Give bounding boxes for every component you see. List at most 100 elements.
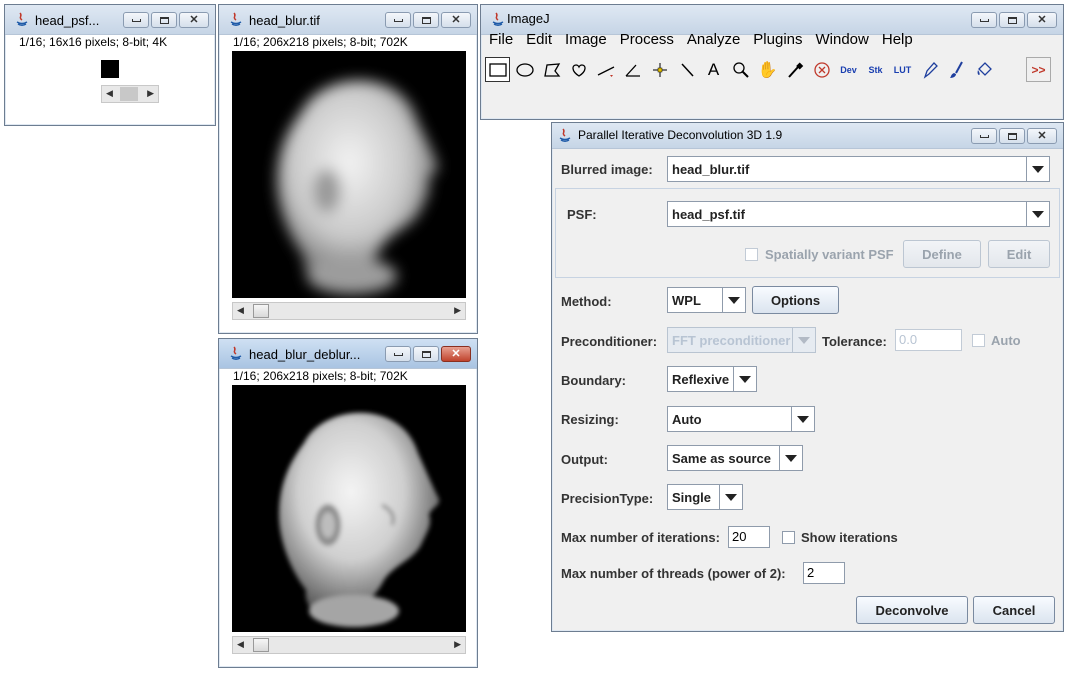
menu-analyze[interactable]: Analyze xyxy=(687,29,740,51)
menu-process[interactable]: Process xyxy=(620,29,674,51)
freehand-tool-icon[interactable] xyxy=(566,57,591,82)
close-button[interactable]: ✕ xyxy=(1027,12,1057,28)
chevron-down-icon[interactable] xyxy=(1026,202,1049,226)
chevron-down-icon[interactable] xyxy=(733,367,756,391)
maximize-icon xyxy=(1007,16,1017,24)
resizing-select[interactable]: Auto xyxy=(667,406,815,432)
close-button[interactable]: ✕ xyxy=(441,12,471,28)
rectangle-tool-icon[interactable] xyxy=(485,57,510,82)
developer-menu-icon[interactable]: Dev xyxy=(836,57,861,82)
blur-window-titlebar[interactable]: head_blur.tif ✕ xyxy=(219,5,477,35)
cancel-button[interactable]: Cancel xyxy=(973,596,1055,624)
boundary-label: Boundary: xyxy=(561,373,626,388)
deblurred-head-image[interactable] xyxy=(232,385,466,632)
deblur-window-title: head_blur_deblur... xyxy=(249,347,361,362)
blur-scrollbar[interactable]: ◀ ▶ xyxy=(232,302,466,320)
imagej-window: ImageJ ✕ File Edit Image Process Analyze… xyxy=(480,4,1064,120)
deblur-window-titlebar[interactable]: head_blur_deblur... ✕ xyxy=(219,339,477,369)
max-threads-field[interactable]: 2 xyxy=(803,562,845,584)
menu-window[interactable]: Window xyxy=(816,29,869,51)
color-picker-tool-icon[interactable] xyxy=(782,57,807,82)
psf-scrollbar[interactable]: ◀ ▶ xyxy=(101,85,159,103)
close-button[interactable]: ✕ xyxy=(179,12,209,28)
scroll-right-icon[interactable]: ▶ xyxy=(454,639,461,650)
wand-tool-icon[interactable] xyxy=(674,57,699,82)
scroll-right-icon[interactable]: ▶ xyxy=(147,88,154,99)
close-icon: ✕ xyxy=(189,13,199,26)
scroll-right-icon[interactable]: ▶ xyxy=(454,305,461,316)
line-tool-icon[interactable] xyxy=(593,57,618,82)
options-button[interactable]: Options xyxy=(752,286,839,314)
blurred-head-image[interactable] xyxy=(232,51,466,298)
stack-menu-icon[interactable]: Stk xyxy=(863,57,888,82)
menu-plugins[interactable]: Plugins xyxy=(753,29,802,51)
scroll-thumb[interactable] xyxy=(253,304,269,318)
menu-edit[interactable]: Edit xyxy=(526,29,552,51)
menu-help[interactable]: Help xyxy=(882,29,913,51)
flood-fill-tool-icon[interactable] xyxy=(971,57,996,82)
java-icon xyxy=(230,12,242,26)
chevron-down-icon[interactable] xyxy=(719,485,742,509)
maximize-button[interactable] xyxy=(999,128,1025,144)
hand-tool-icon[interactable]: ✋ xyxy=(755,57,780,82)
chevron-down-icon[interactable] xyxy=(722,288,745,312)
point-tool-icon[interactable] xyxy=(647,57,672,82)
polygon-tool-icon[interactable] xyxy=(539,57,564,82)
max-iterations-field[interactable]: 20 xyxy=(728,526,770,548)
edit-button[interactable]: Edit xyxy=(988,240,1050,268)
chevron-down-icon[interactable] xyxy=(791,407,814,431)
scroll-left-icon[interactable]: ◀ xyxy=(237,305,244,316)
deconvolve-button[interactable]: Deconvolve xyxy=(856,596,968,624)
maximize-button[interactable] xyxy=(999,12,1025,28)
psf-select[interactable]: head_psf.tif xyxy=(667,201,1050,227)
maximize-button[interactable] xyxy=(413,12,439,28)
menu-file[interactable]: File xyxy=(489,29,513,51)
scroll-left-icon[interactable]: ◀ xyxy=(106,88,113,99)
lut-menu-icon[interactable]: LUT xyxy=(890,57,915,82)
method-select[interactable]: WPL xyxy=(667,287,746,313)
preconditioner-select[interactable]: FFT preconditioner xyxy=(667,327,816,353)
max-iterations-label: Max number of iterations: xyxy=(561,530,720,545)
psf-image[interactable] xyxy=(101,60,119,78)
deblur-scrollbar[interactable]: ◀ ▶ xyxy=(232,636,466,654)
blurred-image-select[interactable]: head_blur.tif xyxy=(667,156,1050,182)
maximize-button[interactable] xyxy=(151,12,177,28)
oval-tool-icon[interactable] xyxy=(512,57,537,82)
brush-tool-icon[interactable] xyxy=(944,57,969,82)
deblur-window: head_blur_deblur... ✕ 1/16; 206x218 pixe… xyxy=(218,338,478,668)
more-tools-icon[interactable]: >> xyxy=(1026,57,1051,82)
magnifier-tool-icon[interactable] xyxy=(728,57,753,82)
minimize-button[interactable] xyxy=(971,12,997,28)
close-button[interactable]: ✕ xyxy=(441,346,471,362)
minimize-button[interactable] xyxy=(971,128,997,144)
show-iterations-checkbox[interactable] xyxy=(782,531,795,544)
dialog-titlebar[interactable]: Parallel Iterative Deconvolution 3D 1.9 … xyxy=(552,123,1063,149)
close-button[interactable]: ✕ xyxy=(1027,128,1057,144)
angle-tool-icon[interactable] xyxy=(620,57,645,82)
chevron-down-icon[interactable] xyxy=(1026,157,1049,181)
scroll-thumb[interactable] xyxy=(253,638,269,652)
define-button[interactable]: Define xyxy=(903,240,981,268)
remove-overlay-icon[interactable] xyxy=(809,57,834,82)
chevron-down-icon[interactable] xyxy=(792,328,815,352)
java-icon xyxy=(230,346,242,360)
text-tool-icon[interactable]: A xyxy=(701,57,726,82)
resizing-label: Resizing: xyxy=(561,412,619,427)
minimize-button[interactable] xyxy=(385,346,411,362)
scroll-thumb[interactable] xyxy=(120,87,138,101)
spatially-variant-checkbox[interactable] xyxy=(745,248,758,261)
precision-type-select[interactable]: Single xyxy=(667,484,743,510)
maximize-button[interactable] xyxy=(413,346,439,362)
menu-image[interactable]: Image xyxy=(565,29,607,51)
scroll-left-icon[interactable]: ◀ xyxy=(237,639,244,650)
spatially-variant-label: Spatially variant PSF xyxy=(765,247,894,262)
minimize-button[interactable] xyxy=(123,12,149,28)
psf-window-titlebar[interactable]: head_psf... ✕ xyxy=(5,5,215,35)
auto-tolerance-checkbox[interactable] xyxy=(972,334,985,347)
chevron-down-icon[interactable] xyxy=(779,446,802,470)
boundary-select[interactable]: Reflexive xyxy=(667,366,757,392)
minimize-button[interactable] xyxy=(385,12,411,28)
pencil-tool-icon[interactable] xyxy=(917,57,942,82)
output-select[interactable]: Same as source xyxy=(667,445,803,471)
tolerance-field[interactable]: 0.0 xyxy=(895,329,962,351)
